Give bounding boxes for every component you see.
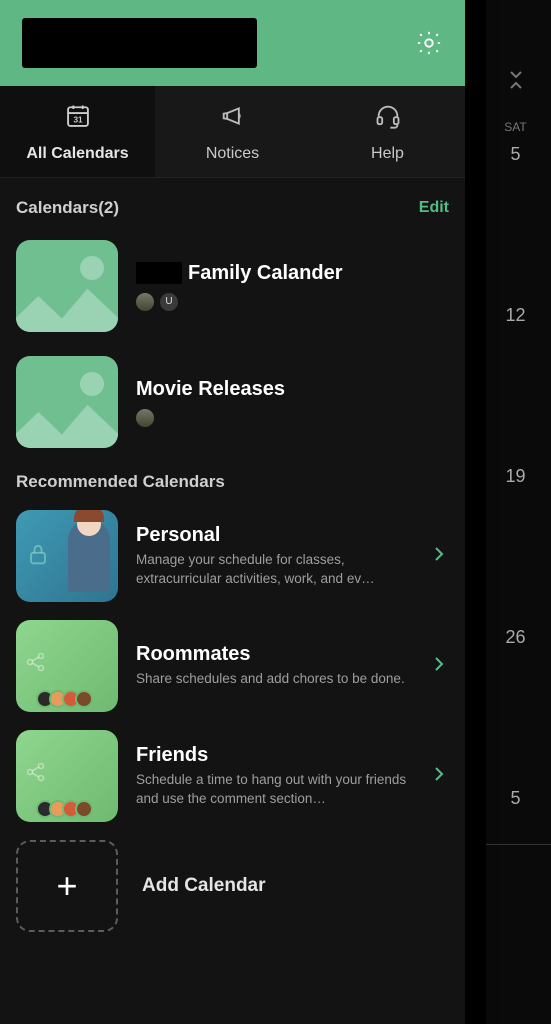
tab-help[interactable]: Help <box>310 86 465 177</box>
recommended-item-roommates[interactable]: Roommates Share schedules and add chores… <box>16 620 449 712</box>
calendar-title-redacted <box>136 262 182 284</box>
people-illustration <box>41 690 93 708</box>
side-panel: 31 All Calendars Notices <box>0 0 465 1024</box>
bg-date: 26 <box>505 627 525 648</box>
bg-divider <box>486 844 551 845</box>
chevron-right-icon <box>433 766 449 787</box>
calendar-item[interactable]: Movie Releases <box>16 356 449 448</box>
calendar-title: Family Calander <box>188 262 343 285</box>
recommended-thumbnail <box>16 620 118 712</box>
recommended-item-personal[interactable]: Personal Manage your schedule for classe… <box>16 510 449 602</box>
recommended-item-friends[interactable]: Friends Schedule a time to hang out with… <box>16 730 449 822</box>
bg-date: 5 <box>510 144 520 165</box>
collapse-toggle[interactable] <box>509 70 523 90</box>
recommended-desc: Manage your schedule for classes, extrac… <box>136 551 415 587</box>
recommended-title: Roommates <box>136 643 415 666</box>
bg-date: 12 <box>505 305 525 326</box>
chevron-right-icon <box>433 656 449 677</box>
people-illustration <box>41 800 93 818</box>
calendars-header: Calendars(2) Edit <box>16 198 449 218</box>
member-avatars: U <box>136 293 449 311</box>
member-avatar <box>136 293 154 311</box>
lock-icon <box>24 540 52 573</box>
tab-all-calendars[interactable]: 31 All Calendars <box>0 86 155 177</box>
chevron-right-icon <box>433 546 449 567</box>
recommended-desc: Schedule a time to hang out with your fr… <box>136 771 415 807</box>
svg-text:31: 31 <box>73 115 83 124</box>
panel-header <box>0 0 465 86</box>
calendar-title: Movie Releases <box>136 378 449 401</box>
background-calendar: SAT 5 12 19 26 5 <box>486 0 551 1024</box>
member-avatars <box>136 409 449 427</box>
panel-content: Calendars(2) Edit Family Calander U Movi… <box>0 178 465 1024</box>
recommended-thumbnail <box>16 510 118 602</box>
bg-date: 5 <box>510 788 520 809</box>
calendar-icon: 31 <box>64 102 92 135</box>
tab-label: Notices <box>206 145 259 163</box>
member-avatar: U <box>160 293 178 311</box>
calendar-item[interactable]: Family Calander U <box>16 240 449 332</box>
calendar-thumbnail <box>16 356 118 448</box>
recommended-desc: Share schedules and add chores to be don… <box>136 670 415 688</box>
app-logo-redacted <box>22 18 257 68</box>
person-illustration <box>68 520 110 592</box>
recommended-title: Friends <box>136 744 415 767</box>
recommended-thumbnail <box>16 730 118 822</box>
headset-icon <box>374 102 402 135</box>
calendar-thumbnail <box>16 240 118 332</box>
tab-bar: 31 All Calendars Notices <box>0 86 465 178</box>
settings-icon[interactable] <box>415 29 443 57</box>
day-header: SAT <box>504 120 526 134</box>
megaphone-icon <box>219 102 247 135</box>
bg-date: 19 <box>505 466 525 487</box>
member-avatar <box>136 409 154 427</box>
tab-label: All Calendars <box>26 145 128 163</box>
share-icon <box>24 760 48 789</box>
plus-icon: + <box>56 868 77 904</box>
recommended-heading: Recommended Calendars <box>16 472 449 492</box>
calendars-heading: Calendars(2) <box>16 198 119 218</box>
share-icon <box>24 650 48 679</box>
add-calendar-button[interactable]: + Add Calendar <box>16 840 449 932</box>
add-calendar-label: Add Calendar <box>142 875 266 897</box>
edit-button[interactable]: Edit <box>419 199 449 217</box>
tab-label: Help <box>371 145 404 163</box>
tab-notices[interactable]: Notices <box>155 86 310 177</box>
recommended-title: Personal <box>136 524 415 547</box>
add-box: + <box>16 840 118 932</box>
